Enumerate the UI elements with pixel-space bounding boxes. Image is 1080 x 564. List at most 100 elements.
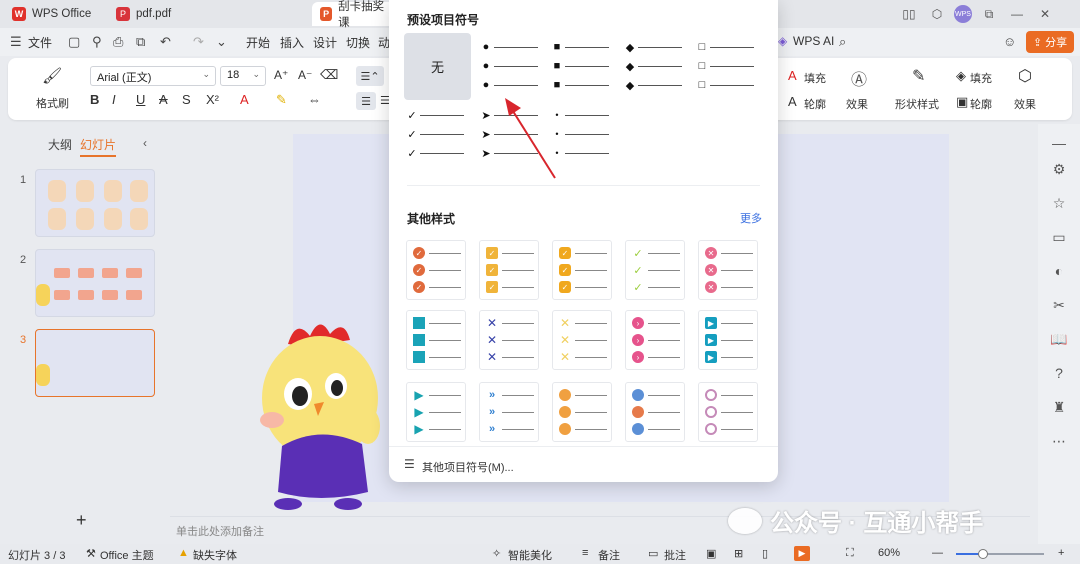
format-painter-label[interactable]: 格式刷 <box>36 95 69 111</box>
redo-icon[interactable]: ↷ <box>193 34 204 50</box>
missing-font[interactable]: 缺失字体 <box>193 547 237 563</box>
grid-view-icon[interactable]: ⊞ <box>734 547 743 560</box>
tab-wps-office[interactable]: W WPS Office <box>4 2 108 26</box>
book-icon[interactable]: 📖 <box>1050 330 1068 348</box>
tab-outline[interactable]: 大纲 <box>48 136 72 153</box>
style-tile-pink-x[interactable]: ✕ ✕ ✕ <box>698 240 758 300</box>
zoom-level[interactable]: 60% <box>878 547 900 559</box>
play-icon[interactable]: ▶ <box>794 546 810 561</box>
menu-insert[interactable]: 插入 <box>280 34 304 51</box>
slide-thumbnail-1[interactable] <box>35 169 155 237</box>
menu-file[interactable]: 文件 <box>28 34 52 51</box>
fit-icon[interactable]: ⛶ <box>846 547 854 560</box>
zoom-slider[interactable] <box>956 549 1044 559</box>
chevron-down-icon[interactable]: ⌄ <box>216 34 227 50</box>
more-link[interactable]: 更多 <box>740 210 762 226</box>
add-slide-button[interactable]: + <box>76 510 87 531</box>
text-fill-label[interactable]: 填充 <box>804 70 826 86</box>
shape-fill-label[interactable]: 填充 <box>970 70 992 86</box>
shape-fill-icon[interactable]: ◈ <box>956 68 966 84</box>
style-tile-pink-arrow[interactable]: › › › <box>625 310 685 370</box>
style-tile-blue-x[interactable]: ✕ ✕ ✕ <box>479 310 539 370</box>
reading-view-icon[interactable]: ▯ <box>762 547 768 560</box>
shadow-text-icon[interactable]: S <box>182 92 191 107</box>
text-effect-label[interactable]: 效果 <box>846 96 868 112</box>
tab-pdf[interactable]: P pdf.pdf <box>108 2 306 26</box>
style-tile-green-check[interactable]: ✓ ✓ ✓ <box>625 240 685 300</box>
cube-icon[interactable]: ⬡ <box>926 4 948 24</box>
bullet-option-checkmark[interactable]: ✓ ✓ ✓ <box>407 108 469 160</box>
style-tile-teal-square[interactable] <box>406 310 466 370</box>
text-outline-label[interactable]: 轮廓 <box>804 96 826 112</box>
menu-icon[interactable]: ☰ <box>10 34 22 50</box>
shape-outline-label[interactable]: 轮廓 <box>970 96 992 112</box>
char-spacing-icon[interactable]: ⇔ <box>308 92 321 107</box>
shape-effect-icon[interactable]: ⬡ <box>1018 66 1032 86</box>
layout-icon[interactable]: ▯▯ <box>898 4 920 24</box>
menu-start[interactable]: 开始 <box>246 34 270 51</box>
tab-ppt[interactable]: P 刮卡抽奖课 <box>312 1 396 29</box>
shape-effect-label[interactable]: 效果 <box>1014 96 1036 112</box>
share-button[interactable]: ⇪ 分享 <box>1026 31 1074 53</box>
zoom-out-icon[interactable]: — <box>932 547 943 559</box>
more-icon[interactable]: ⋯ <box>1050 432 1068 450</box>
text-outline-icon[interactable]: A <box>788 94 797 109</box>
highlight-icon[interactable]: ✎ <box>276 92 287 108</box>
bullet-option-small-dot[interactable]: • • • <box>552 108 614 158</box>
font-shrink-icon[interactable]: A⁻ <box>298 68 312 82</box>
bullet-none-option[interactable]: 无 <box>404 33 471 100</box>
text-effect-icon[interactable]: Ⓐ <box>851 66 867 90</box>
bullet-option-diamond[interactable]: ◆ ◆ ◆ <box>625 40 687 92</box>
slide-thumbnail-3[interactable] <box>35 329 155 397</box>
bullet-option-hollow-square[interactable]: □ □ □ <box>697 40 759 91</box>
font-name-select[interactable]: Arial (正文) ⌄ <box>90 66 216 86</box>
italic-icon[interactable]: I <box>112 92 116 107</box>
align-left-icon[interactable]: ☰ <box>356 92 376 110</box>
notes-placeholder[interactable]: 单击此处添加备注 <box>176 523 264 539</box>
other-bullets-option[interactable]: ☰ 其他项目符号(M)... <box>389 446 778 482</box>
notes-button[interactable]: 备注 <box>598 547 620 563</box>
text-fill-icon[interactable]: A <box>788 68 797 83</box>
menu-wps-ai[interactable]: WPS AI <box>793 34 834 48</box>
zoom-in-icon[interactable]: + <box>1058 547 1064 559</box>
style-tile-pink-pie[interactable] <box>698 382 758 442</box>
save-icon[interactable]: ▢ <box>68 34 80 50</box>
font-color-icon[interactable]: A <box>240 92 249 107</box>
underline-icon[interactable]: U <box>136 92 145 107</box>
bullet-list-icon[interactable]: ☰⌃ <box>356 66 384 86</box>
chat-icon[interactable]: ☺ <box>1003 34 1016 49</box>
normal-view-icon[interactable]: ▣ <box>706 547 716 560</box>
superscript-icon[interactable]: X² <box>206 92 219 107</box>
font-size-select[interactable]: 18 ⌄ <box>220 66 266 86</box>
preview-icon[interactable]: ⧉ <box>136 34 145 50</box>
format-painter-icon[interactable]: 🖌 <box>42 66 62 86</box>
clear-format-icon[interactable]: ⌫ <box>320 67 338 83</box>
menu-transition[interactable]: 切换 <box>346 34 370 51</box>
shape-style-label[interactable]: 形状样式 <box>895 96 939 112</box>
style-tile-double-chevron[interactable]: » » » <box>479 382 539 442</box>
animation-icon[interactable]: ◐ <box>1050 262 1068 280</box>
collapse-right-icon[interactable]: — <box>1050 134 1068 152</box>
shape-outline-icon[interactable]: ▣ <box>956 94 968 110</box>
undo-icon[interactable]: ↶ <box>160 34 171 50</box>
search-icon[interactable]: ⌕ <box>839 34 846 50</box>
menu-design[interactable]: 设计 <box>313 34 337 51</box>
bold-icon[interactable]: B <box>90 92 99 107</box>
tools-icon[interactable]: ✂ <box>1050 296 1068 314</box>
print-icon[interactable]: ⎙ <box>113 34 123 50</box>
settings-sliders-icon[interactable]: ⚙ <box>1050 160 1068 178</box>
comment-icon[interactable]: ▭ <box>1050 228 1068 246</box>
help-icon[interactable]: ? <box>1050 364 1068 382</box>
bullet-option-filled-square[interactable]: ■ ■ ■ <box>552 40 614 91</box>
style-tile-multi-pie[interactable] <box>625 382 685 442</box>
beautify-button[interactable]: 智能美化 <box>508 547 552 563</box>
star-icon[interactable]: ☆ <box>1050 194 1068 212</box>
slide-thumbnail-2[interactable] <box>35 249 155 317</box>
minimize-icon[interactable]: — <box>1006 4 1028 24</box>
shirt-icon[interactable]: ♜ <box>1050 398 1068 416</box>
style-tile-orange-pie[interactable] <box>552 382 612 442</box>
collapse-icon[interactable]: ‹ <box>143 136 147 150</box>
style-tile-red-check[interactable]: ✓ ✓ ✓ <box>406 240 466 300</box>
comments-button[interactable]: 批注 <box>664 547 686 563</box>
close-icon[interactable]: ✕ <box>1034 4 1056 24</box>
